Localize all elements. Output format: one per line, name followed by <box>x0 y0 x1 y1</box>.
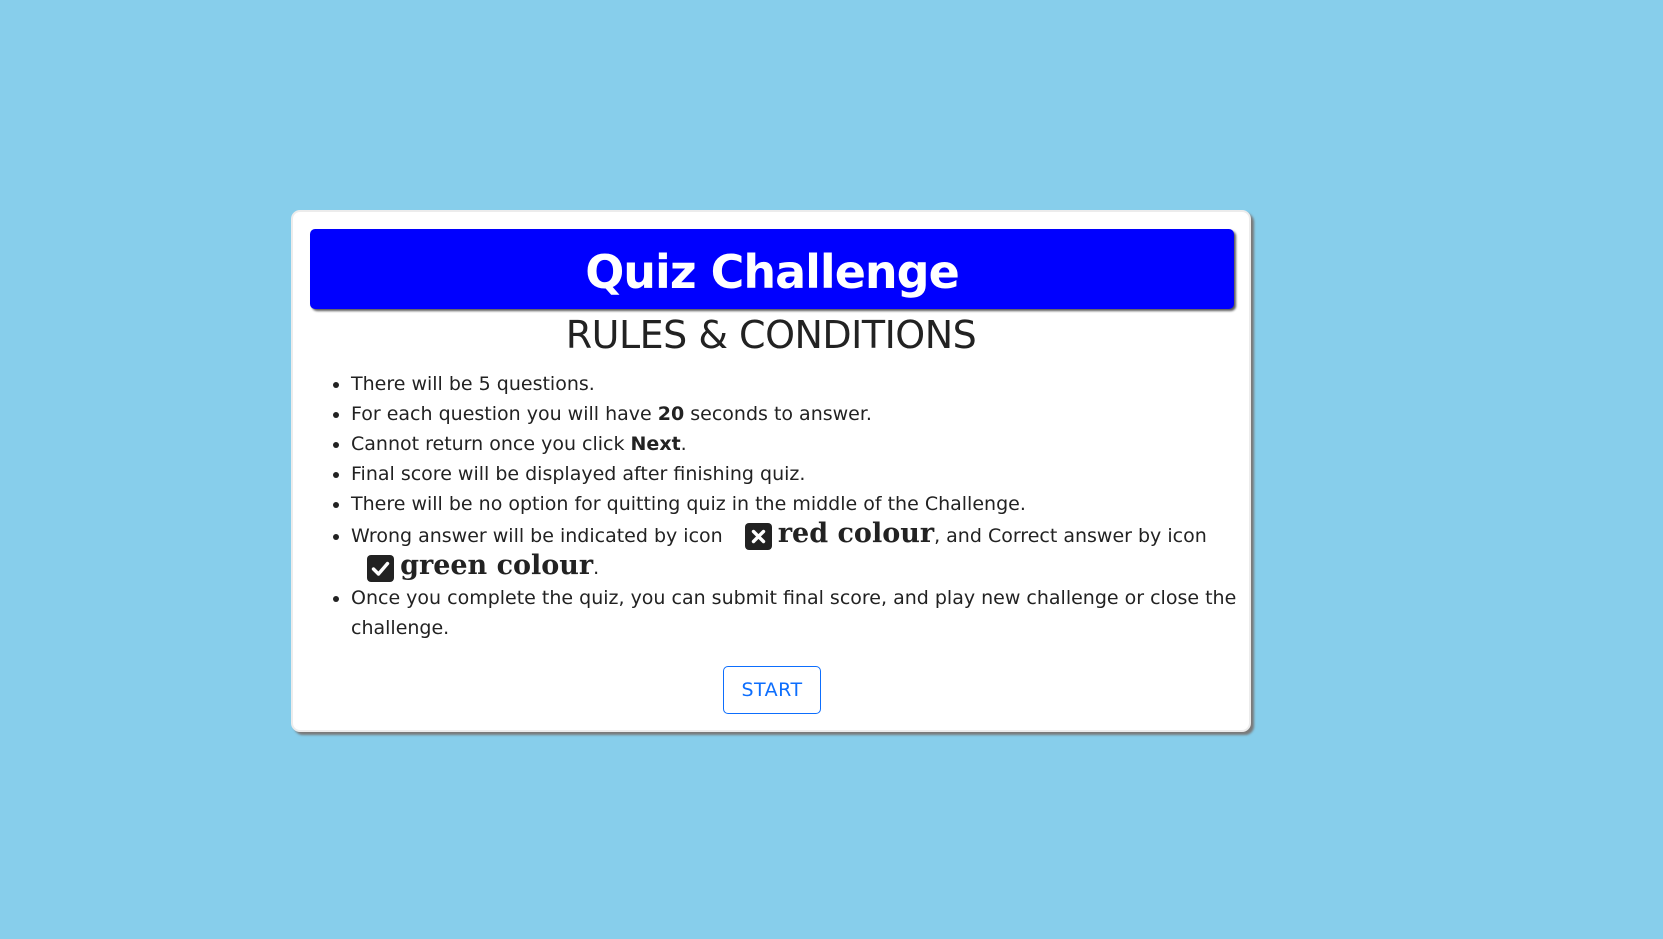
rule-item: Once you complete the quiz, you can subm… <box>351 583 1251 643</box>
rule-item: Wrong answer will be indicated by icon r… <box>351 519 1251 583</box>
correct-colour-label: green colour <box>400 550 594 581</box>
rule-text: For each question you will have <box>351 403 658 425</box>
rule-item: There will be 5 questions. <box>351 369 1251 399</box>
rule-item: Cannot return once you click Next. <box>351 429 1251 459</box>
rules-list: There will be 5 questions. For each ques… <box>311 369 1251 643</box>
wrong-colour-label: red colour <box>777 518 935 549</box>
rule-item: For each question you will have 20 secon… <box>351 399 1251 429</box>
rules-heading: RULES & CONDITIONS <box>565 313 977 357</box>
rule-text: seconds to answer. <box>684 403 872 425</box>
rule-text: Once you complete the quiz, you can subm… <box>351 587 1237 639</box>
rule-text: . <box>680 433 687 455</box>
rule-text: , and Correct answer by icon <box>934 525 1207 547</box>
rule-text: There will be 5 questions. <box>351 373 595 395</box>
rule-item: There will be no option for quitting qui… <box>351 489 1251 519</box>
rule-text: . <box>593 557 600 579</box>
rules-card: Quiz Challenge RULES & CONDITIONS There … <box>291 210 1251 732</box>
square-check-icon <box>367 555 395 582</box>
rule-item: Final score will be displayed after fini… <box>351 459 1251 489</box>
rule-text: Final score will be displayed after fini… <box>351 463 806 485</box>
rule-text: There will be no option for quitting qui… <box>351 493 1026 515</box>
start-button[interactable]: START <box>723 666 821 714</box>
rule-next-keyword: Next <box>630 433 681 455</box>
rule-text: Cannot return once you click <box>351 433 631 455</box>
square-x-icon <box>744 523 772 550</box>
quiz-title: Quiz Challenge <box>585 245 960 299</box>
title-banner: Quiz Challenge <box>310 229 1234 309</box>
rule-seconds-value: 20 <box>657 403 685 425</box>
rule-text: Wrong answer will be indicated by icon <box>351 525 723 547</box>
